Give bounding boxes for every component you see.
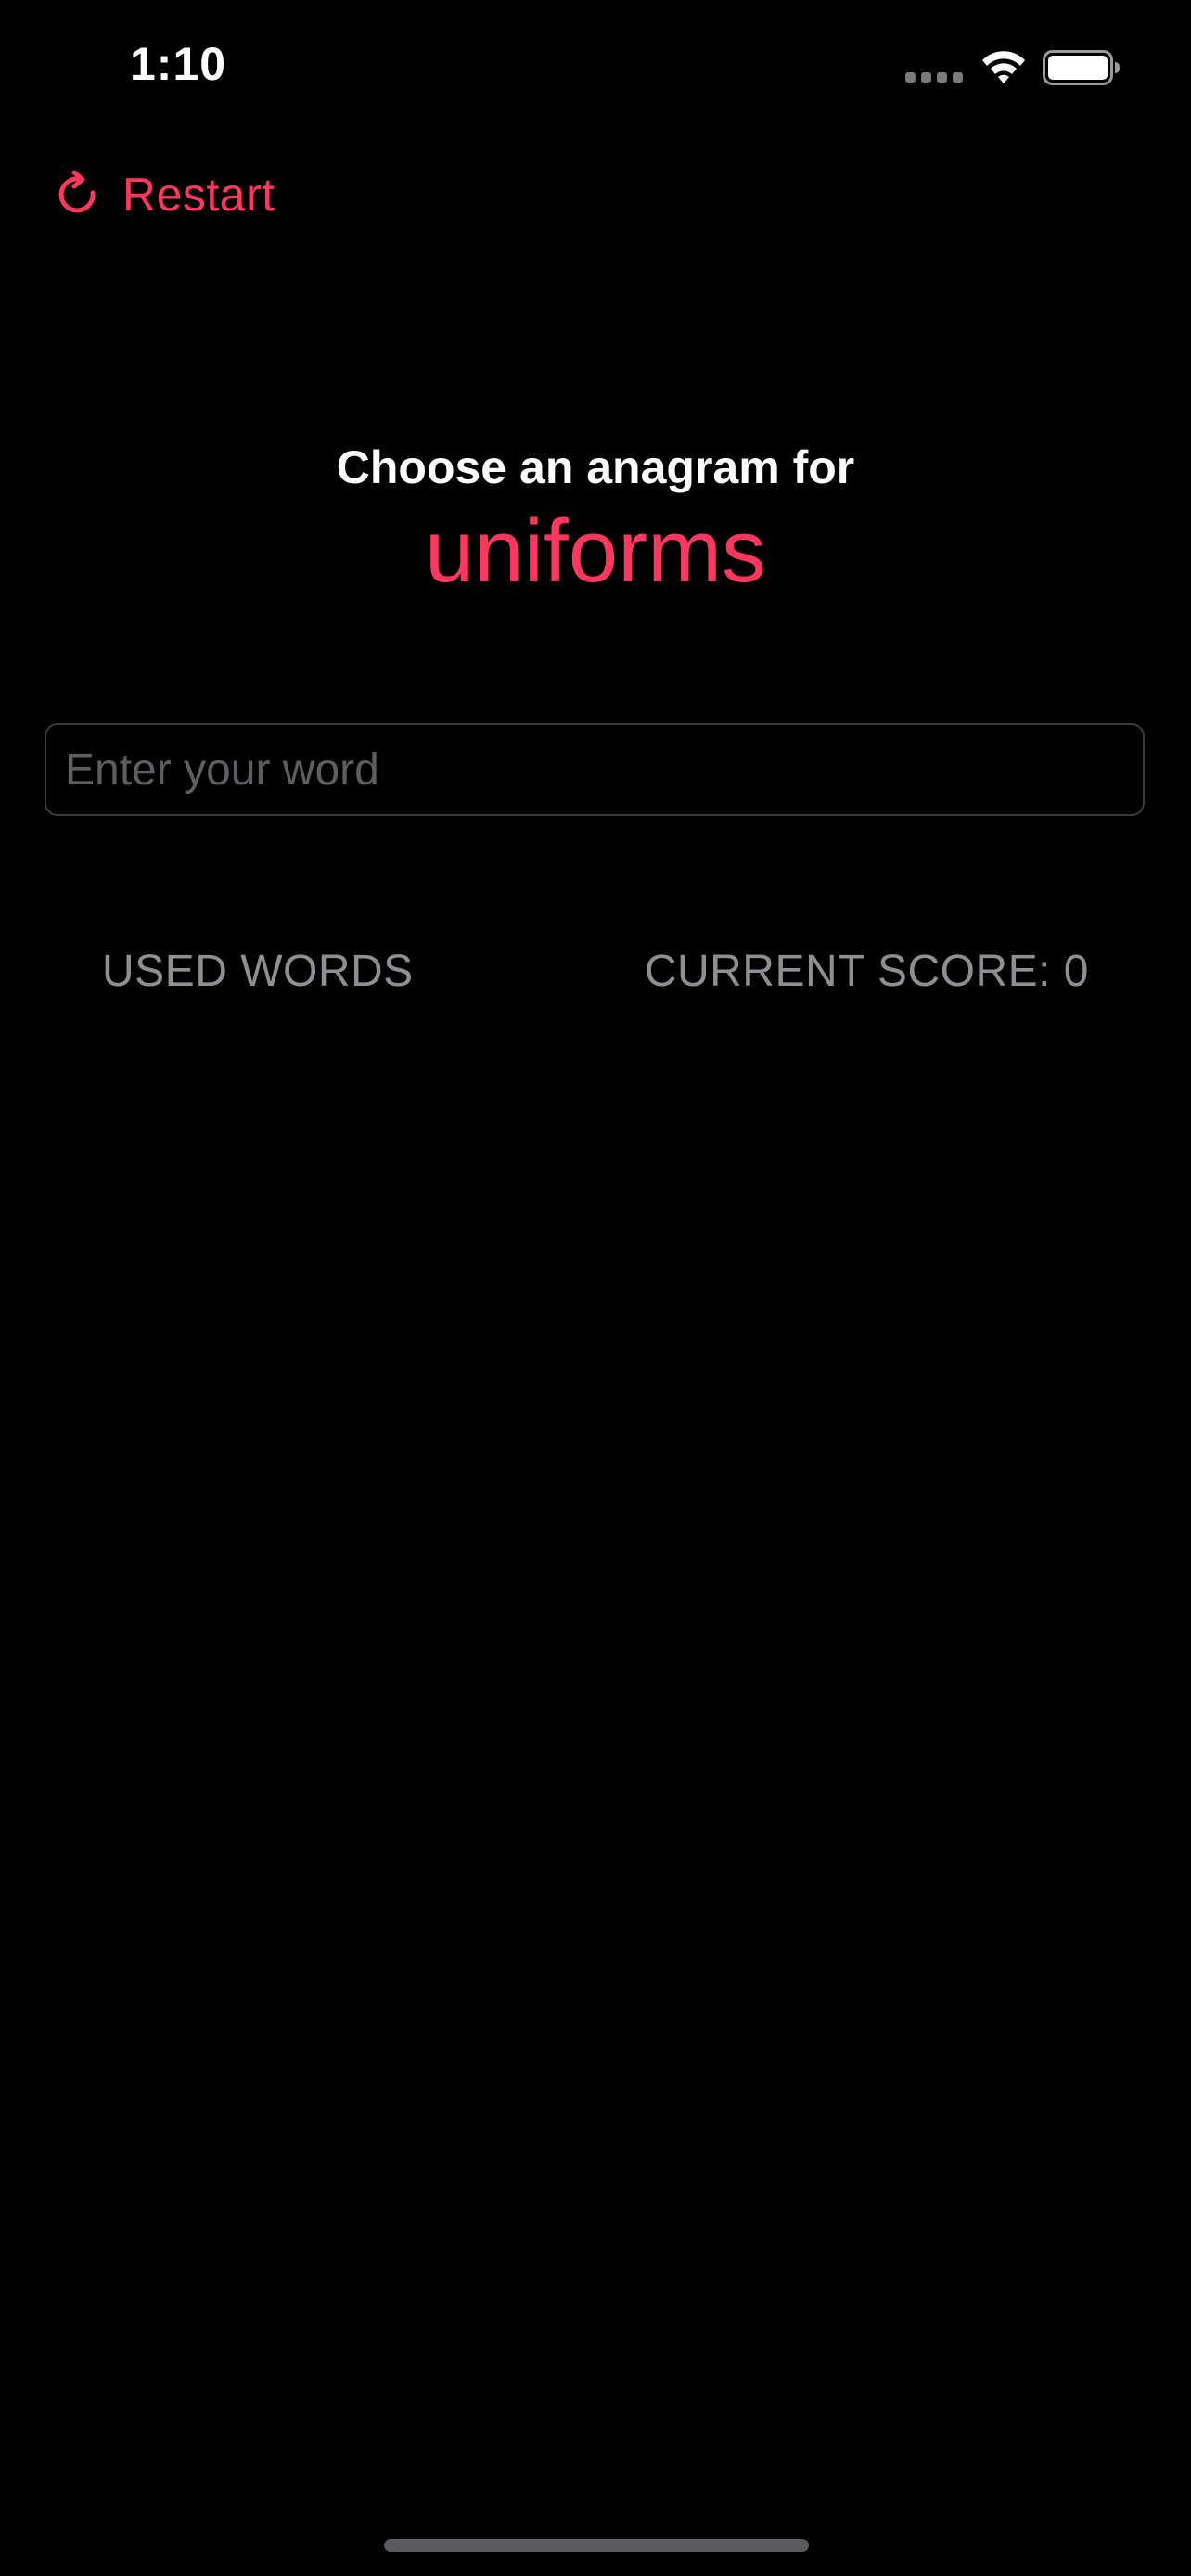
status-time: 1:10: [130, 38, 227, 90]
status-bar: 1:10: [0, 0, 1191, 139]
root-word: uniforms: [424, 502, 767, 601]
home-indicator[interactable]: [384, 2539, 809, 2552]
restart-button[interactable]: Restart: [52, 162, 275, 227]
prompt-text: Choose an anagram for: [336, 441, 855, 493]
arrow-clockwise-icon: [58, 170, 96, 213]
current-score-label: CURRENT SCORE: 0: [644, 947, 1089, 996]
restart-label: Restart: [122, 169, 275, 221]
wifi-icon: [982, 51, 1025, 83]
cellular-signal-icon: [905, 72, 963, 83]
word-input[interactable]: [45, 723, 1145, 816]
battery-icon: [1043, 50, 1120, 85]
used-words-header: USED WORDS: [102, 947, 414, 996]
